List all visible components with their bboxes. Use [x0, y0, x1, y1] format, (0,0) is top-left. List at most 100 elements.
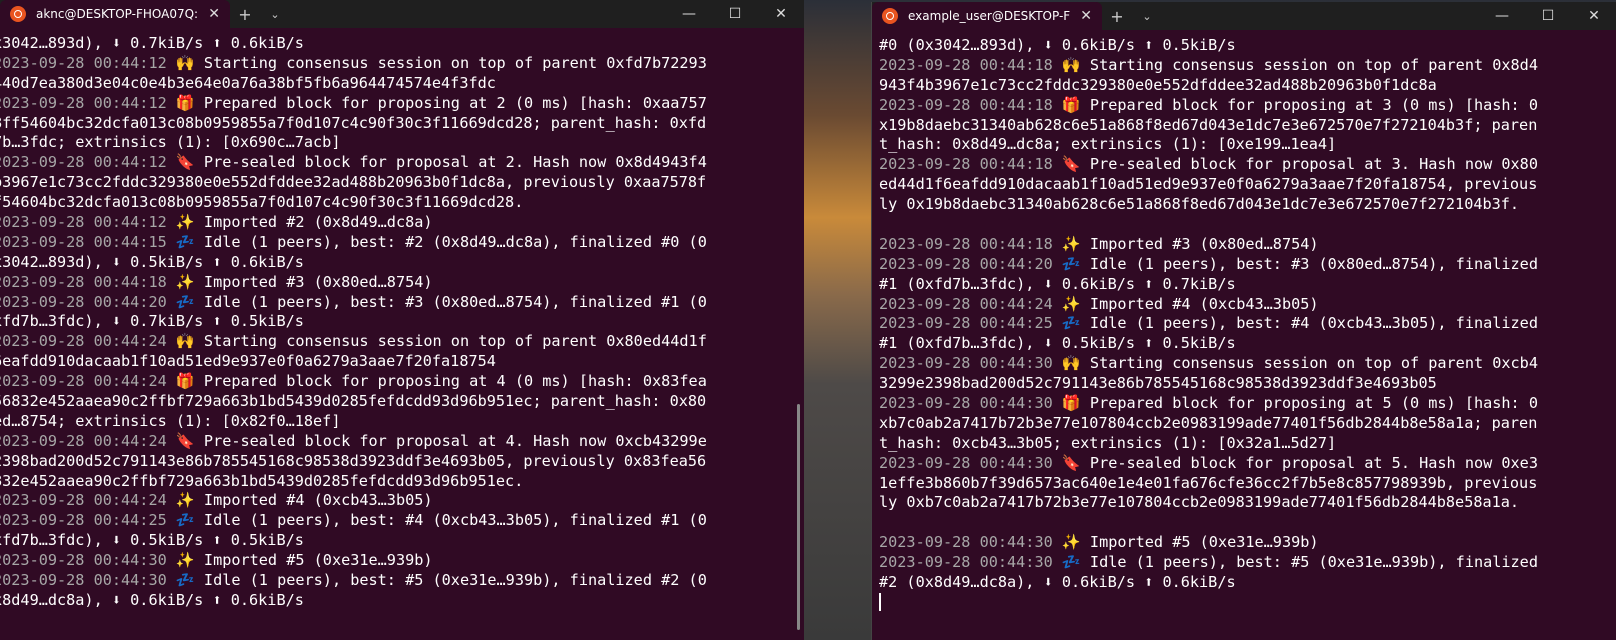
log-timestamp: 2023-09-28 00:44:12	[0, 213, 167, 232]
log-text: #2 (0x8d49…dc8a), ⬇ 0.6kiB/s ⬆ 0.6kiB/s	[879, 573, 1236, 592]
log-text: ✨ Imported #3 (0x80ed…8754)	[166, 272, 433, 291]
log-text: 56832e452aaea90c2ffbf729a663b1bd5439d028…	[0, 392, 707, 411]
terminal-line: #0 (0x3042…893d), ⬇ 0.6kiB/s ⬆ 0.5kiB/s	[879, 36, 1616, 56]
terminal-line: 2023-09-28 00:44:24 🔖 Pre-sealed block f…	[0, 432, 804, 452]
terminal-window-left[interactable]: aknc@DESKTOP-FHOA07Q: ~ ✕ + ⌄ — ☐ ✕ x304…	[0, 0, 804, 640]
terminal-tab[interactable]: example_user@DESKTOP-FHC ✕	[872, 2, 1102, 30]
log-text: 💤 Idle (1 peers), best: #3 (0x80ed…8754)…	[1052, 254, 1538, 273]
terminal-line: 2023-09-28 00:44:25 💤 Idle (1 peers), be…	[0, 511, 804, 531]
log-text: #1 (0xfd7b…3fdc), ⬇ 0.6kiB/s ⬆ 0.7kiB/s	[879, 274, 1236, 293]
log-text: 🔖 Pre-sealed block for proposal at 3. Ha…	[1052, 155, 1538, 174]
terminal-window-right[interactable]: example_user@DESKTOP-FHC ✕ + ⌄ — ☐ ✕ #0 …	[871, 2, 1616, 640]
log-text: 832e452aaea90c2ffbf729a663b1bd5439d0285f…	[0, 471, 524, 490]
tab-title: example_user@DESKTOP-FHC	[908, 9, 1071, 23]
terminal-line: 2023-09-28 00:44:24 🎁 Prepared block for…	[0, 372, 804, 392]
text-cursor	[879, 593, 881, 612]
log-timestamp: 2023-09-28 00:44:18	[879, 55, 1053, 74]
terminal-line: #1 (0xfd7b…3fdc), ⬇ 0.5kiB/s ⬆ 0.5kiB/s	[879, 334, 1616, 354]
chevron-down-icon[interactable]: ⌄	[260, 0, 290, 28]
terminal-output[interactable]: x3042…893d), ⬇ 0.7kiB/s ⬆ 0.6kiB/s 2023-0…	[0, 28, 804, 611]
terminal-line: 2023-09-28 00:44:30 🎁 Prepared block for…	[879, 394, 1616, 414]
tab-close-icon[interactable]: ✕	[1080, 8, 1092, 24]
log-text: 💤 Idle (1 peers), best: #4 (0xcb43…3b05)…	[1052, 314, 1538, 333]
log-text: xfd7b…3fdc), ⬇ 0.7kiB/s ⬆ 0.5kiB/s	[0, 312, 304, 331]
log-text: xb7c0ab2a7417b72b3e77e107804ccb2e0983199…	[879, 413, 1538, 432]
terminal-line: 2023-09-28 00:44:30 💤 Idle (1 peers), be…	[879, 553, 1616, 573]
terminal-line: 6eafdd910dacaab1f10ad51ed9e937e0f0a6279a…	[0, 352, 804, 372]
terminal-line: x19b8daebc31340ab628c6e51a868f8ed67d043e…	[879, 116, 1616, 136]
log-timestamp: 2023-09-28 00:44:15	[0, 232, 167, 251]
log-timestamp: 2023-09-28 00:44:30	[879, 394, 1053, 413]
title-bar[interactable]: aknc@DESKTOP-FHOA07Q: ~ ✕ + ⌄ — ☐ ✕	[0, 0, 804, 28]
maximize-button[interactable]: ☐	[712, 0, 758, 28]
terminal-line: ly 0x19b8daebc31340ab628c6e51a868f8ed67d…	[879, 195, 1616, 215]
terminal-line: 8ff54604bc32dcfa013c08b0959855a7f0d107c4…	[0, 114, 804, 134]
terminal-line: 3299e2398bad200d52c791143e86b785545168c9…	[879, 374, 1616, 394]
log-text: ed…8754; extrinsics (1): [0x82f0…18ef]	[0, 411, 341, 430]
new-tab-button[interactable]: +	[230, 0, 260, 28]
terminal-line: ed…8754; extrinsics (1): [0x82f0…18ef]	[0, 412, 804, 432]
minimize-button[interactable]: —	[666, 0, 712, 28]
log-text: 🙌 Starting consensus session on top of p…	[166, 53, 707, 72]
log-text: 3299e2398bad200d52c791143e86b785545168c9…	[879, 374, 1437, 393]
terminal-line: 2023-09-28 00:44:18 🔖 Pre-sealed block f…	[879, 155, 1616, 175]
scrollbar[interactable]	[797, 404, 800, 630]
terminal-line: 56832e452aaea90c2ffbf729a663b1bd5439d028…	[0, 392, 804, 412]
log-text: ✨ Imported #5 (0xe31e…939b)	[166, 551, 433, 570]
log-text: 🎁 Prepared block for proposing at 5 (0 m…	[1052, 394, 1538, 413]
log-timestamp: 2023-09-28 00:44:12	[0, 153, 167, 172]
close-window-button[interactable]: ✕	[758, 0, 804, 28]
log-text: ✨ Imported #3 (0x80ed…8754)	[1052, 234, 1319, 253]
terminal-line: 440d7ea380d3e04c0e4b3e64e0a76a38bf5fb6a9…	[0, 74, 804, 94]
minimize-button[interactable]: —	[1479, 2, 1525, 30]
log-timestamp: 2023-09-28 00:44:24	[0, 491, 167, 510]
terminal-line: 2023-09-28 00:44:12 🔖 Pre-sealed block f…	[0, 153, 804, 173]
terminal-line: 2023-09-28 00:44:20 💤 Idle (1 peers), be…	[879, 255, 1616, 275]
new-tab-button[interactable]: +	[1102, 2, 1132, 30]
terminal-line: x3042…893d), ⬇ 0.7kiB/s ⬆ 0.6kiB/s	[0, 34, 804, 54]
terminal-line: 2023-09-28 00:44:18 🙌 Starting consensus…	[879, 56, 1616, 76]
terminal-tab[interactable]: aknc@DESKTOP-FHOA07Q: ~ ✕	[0, 0, 230, 28]
log-timestamp: 2023-09-28 00:44:20	[879, 254, 1053, 273]
log-text: 8ff54604bc32dcfa013c08b0959855a7f0d107c4…	[0, 113, 707, 132]
terminal-line: 2023-09-28 00:44:18 ✨ Imported #3 (0x80e…	[879, 235, 1616, 255]
terminal-line: 2398bad200d52c791143e86b785545168c98538d…	[0, 452, 804, 472]
log-text: ed44d1f6eafdd910dacaab1f10ad51ed9e937e0f…	[879, 175, 1538, 194]
terminal-line: 2023-09-28 00:44:30 ✨ Imported #5 (0xe31…	[879, 533, 1616, 553]
log-text: 2398bad200d52c791143e86b785545168c98538d…	[0, 451, 707, 470]
chevron-down-icon[interactable]: ⌄	[1132, 2, 1162, 30]
log-timestamp: 2023-09-28 00:44:24	[879, 294, 1053, 313]
log-text: 🙌 Starting consensus session on top of p…	[166, 332, 707, 351]
prompt-line[interactable]	[879, 593, 1616, 613]
log-text: #0 (0x3042…893d), ⬇ 0.6kiB/s ⬆ 0.5kiB/s	[879, 36, 1236, 54]
terminal-line: 2023-09-28 00:44:30 ✨ Imported #5 (0xe31…	[0, 551, 804, 571]
log-timestamp: 2023-09-28 00:44:25	[879, 314, 1053, 333]
terminal-line: 2023-09-28 00:44:24 ✨ Imported #4 (0xcb4…	[879, 295, 1616, 315]
terminal-line: 2023-09-28 00:44:24 🙌 Starting consensus…	[0, 332, 804, 352]
log-text: x3042…893d), ⬇ 0.7kiB/s ⬆ 0.6kiB/s	[0, 34, 304, 52]
terminal-line: b3967e1c73cc2fddc329380e0e552dfddee32ad4…	[0, 173, 804, 193]
terminal-line: 2023-09-28 00:44:12 ✨ Imported #2 (0x8d4…	[0, 213, 804, 233]
log-timestamp: 2023-09-28 00:44:24	[0, 332, 167, 351]
close-window-button[interactable]: ✕	[1571, 2, 1616, 30]
log-text: t_hash: 0x8d49…dc8a; extrinsics (1): [0x…	[879, 135, 1337, 154]
terminal-line: xfd7b…3fdc), ⬇ 0.5kiB/s ⬆ 0.5kiB/s	[0, 531, 804, 551]
terminal-output[interactable]: #0 (0x3042…893d), ⬇ 0.6kiB/s ⬆ 0.5kiB/s 2…	[872, 30, 1616, 613]
title-bar[interactable]: example_user@DESKTOP-FHC ✕ + ⌄ — ☐ ✕	[872, 2, 1616, 30]
log-text: 🔖 Pre-sealed block for proposal at 5. Ha…	[1052, 453, 1538, 472]
log-text: 💤 Idle (1 peers), best: #5 (0xe31e…939b)…	[1052, 553, 1538, 572]
log-timestamp: 2023-09-28 00:44:30	[879, 453, 1053, 472]
log-text: #1 (0xfd7b…3fdc), ⬇ 0.5kiB/s ⬆ 0.5kiB/s	[879, 334, 1236, 353]
tab-close-icon[interactable]: ✕	[208, 6, 220, 22]
log-timestamp: 2023-09-28 00:44:12	[0, 93, 167, 112]
log-text: 943f4b3967e1c73cc2fddc329380e0e552dfddee…	[879, 75, 1437, 94]
log-text: 🙌 Starting consensus session on top of p…	[1052, 55, 1538, 74]
terminal-line: 7b…3fdc; extrinsics (1): [0x690c…7acb]	[0, 133, 804, 153]
log-text: 🔖 Pre-sealed block for proposal at 4. Ha…	[166, 431, 707, 450]
log-timestamp: 2023-09-28 00:44:12	[0, 53, 167, 72]
log-timestamp: 2023-09-28 00:44:18	[879, 95, 1053, 114]
log-text: 🎁 Prepared block for proposing at 3 (0 m…	[1052, 95, 1538, 114]
ubuntu-icon	[882, 8, 898, 24]
log-text: 💤 Idle (1 peers), best: #4 (0xcb43…3b05)…	[166, 511, 707, 530]
maximize-button[interactable]: ☐	[1525, 2, 1571, 30]
